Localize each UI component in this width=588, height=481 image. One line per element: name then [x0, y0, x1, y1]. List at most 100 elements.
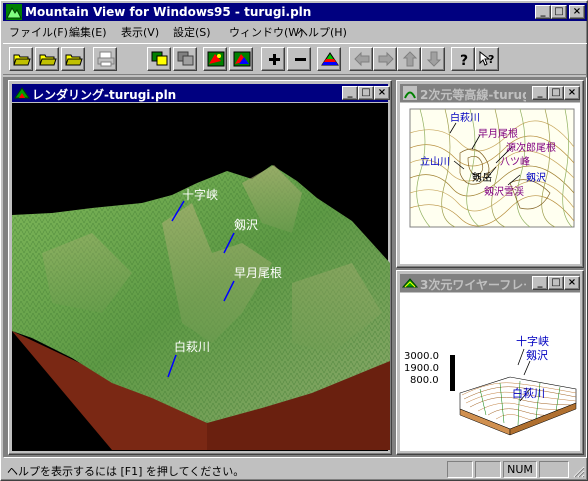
mountain-app-icon[interactable]	[6, 4, 22, 20]
contour-view[interactable]: 白萩川 早月尾根 源次郎尾根 八ツ峰 立山川 剱岳 剱沢 剱沢雪渓	[400, 103, 580, 264]
arrow-left-button[interactable]	[349, 47, 373, 71]
open-folder-icon	[13, 54, 31, 66]
maximize-icon: □	[551, 277, 561, 288]
copy-layers-button-1[interactable]	[147, 47, 171, 71]
close-icon: ×	[572, 6, 582, 17]
copy-layers-icon	[177, 51, 194, 66]
minimize-icon: _	[347, 87, 353, 98]
contour-map[interactable]: 白萩川 早月尾根 源次郎尾根 八ツ峰 立山川 剱岳 剱沢 剱沢雪渓	[400, 103, 582, 266]
render-terrain-button-1[interactable]	[203, 47, 227, 71]
rendering-view[interactable]: 十字峡 剱沢 早月尾根 白萩川	[12, 103, 390, 453]
minimize-icon: _	[540, 6, 546, 17]
contour-label-5: 立山川	[420, 155, 450, 168]
toolbar: ? ?	[3, 43, 587, 75]
contour-label-8: 剱沢雪渓	[484, 185, 524, 198]
wireframe-minimize-button[interactable]: _	[532, 276, 548, 290]
arrow-left-icon	[354, 51, 370, 67]
print-icon	[97, 51, 115, 67]
menu-settings[interactable]: 設定(S)	[173, 24, 211, 40]
wireframe-label-1: 十字峡	[516, 334, 549, 348]
wireframe-window[interactable]: 3次元ワイヤーフレーム-turugi.pln _ □ × 3000.0 1900…	[396, 270, 584, 455]
zoom-in-button[interactable]	[261, 47, 285, 71]
status-panel-2	[475, 461, 501, 478]
resize-grip-icon[interactable]	[571, 464, 585, 478]
help-button[interactable]: ?	[451, 47, 475, 71]
app-window: Mountain View for Windows95 - turugi.pln…	[0, 0, 588, 481]
mdi-client-area: レンダリング-turugi.pln _ □ × 十字峡 剱沢 早月尾根 白萩川 …	[3, 77, 587, 458]
render-close-button[interactable]: ×	[374, 86, 390, 100]
contour-close-button[interactable]: ×	[564, 86, 580, 100]
maximize-button[interactable]: □	[551, 5, 567, 19]
menu-help[interactable]: ヘルプ(H)	[297, 24, 347, 40]
render-maximize-button[interactable]: □	[358, 86, 374, 100]
close-icon: ×	[567, 277, 577, 288]
contour-label-3: 源次郎尾根	[506, 141, 556, 154]
menu-window[interactable]: ウィンドウ(W)	[229, 24, 303, 40]
context-help-button[interactable]: ?	[475, 47, 499, 71]
menu-file[interactable]: ファイル(F)	[9, 24, 68, 40]
contour-minimize-button[interactable]: _	[532, 86, 548, 100]
maximize-icon: □	[551, 87, 561, 98]
open-folder-button-3[interactable]	[61, 47, 85, 71]
scale-label-3: 800.0	[410, 375, 439, 386]
minimize-icon: _	[537, 277, 543, 288]
render-label-3: 早月尾根	[234, 266, 282, 280]
print-button[interactable]	[93, 47, 117, 71]
wireframe-window-icon	[401, 275, 419, 291]
rendering-window[interactable]: レンダリング-turugi.pln _ □ × 十字峡 剱沢 早月尾根 白萩川	[8, 80, 392, 455]
status-bar: ヘルプを表示するには [F1] を押してください。 NUM	[3, 460, 587, 480]
wireframe-window-titlebar[interactable]: 3次元ワイヤーフレーム-turugi.pln _ □ ×	[400, 274, 580, 292]
rendering-window-title: レンダリング-turugi.pln	[32, 88, 177, 102]
render-terrain-button-2[interactable]	[229, 47, 253, 71]
arrow-up-icon	[402, 51, 418, 67]
context-help-icon: ?	[479, 51, 494, 66]
wireframe-label-2: 剱沢	[526, 348, 548, 362]
contour-window[interactable]: 2次元等高線-turugi.pln _ □ ×	[396, 80, 584, 268]
zoom-out-button[interactable]	[287, 47, 311, 71]
render-terrain-icon	[207, 51, 225, 67]
open-folder-button-1[interactable]	[9, 47, 33, 71]
open-folder-icon	[65, 54, 83, 66]
copy-layers-button-2[interactable]	[173, 47, 197, 71]
render-label-1: 十字峡	[182, 187, 218, 202]
maximize-icon: □	[361, 87, 371, 98]
menu-edit[interactable]: 編集(E)	[69, 24, 107, 40]
contour-label-7: 剱沢	[526, 171, 546, 184]
status-panel-4	[539, 461, 569, 478]
contour-label-4: 八ツ峰	[500, 156, 530, 168]
color-palette-icon	[321, 52, 339, 66]
arrow-up-button[interactable]	[397, 47, 421, 71]
wireframe-label-3: 白萩川	[512, 386, 545, 400]
contour-maximize-button[interactable]: □	[548, 86, 564, 100]
wireframe-maximize-button[interactable]: □	[548, 276, 564, 290]
minus-icon	[295, 58, 306, 61]
arrow-right-button[interactable]	[373, 47, 397, 71]
terrain-3d-render[interactable]: 十字峡 剱沢 早月尾根 白萩川	[12, 103, 390, 453]
rendering-window-titlebar[interactable]: レンダリング-turugi.pln _ □ ×	[12, 84, 390, 102]
contour-label-1: 白萩川	[450, 111, 480, 124]
svg-text:?: ?	[488, 53, 494, 66]
minimize-button[interactable]: _	[535, 5, 551, 19]
contour-label-2: 早月尾根	[478, 127, 518, 140]
scale-label-2: 1900.0	[404, 363, 439, 374]
arrow-down-button[interactable]	[421, 47, 445, 71]
close-button[interactable]: ×	[569, 5, 585, 19]
render-minimize-button[interactable]: _	[342, 86, 358, 100]
menu-view[interactable]: 表示(V)	[121, 24, 159, 40]
help-question-icon: ?	[460, 53, 468, 67]
open-folder-icon	[39, 54, 57, 66]
status-text: ヘルプを表示するには [F1] を押してください。	[7, 465, 245, 478]
contour-window-icon	[402, 85, 418, 101]
contour-window-titlebar[interactable]: 2次元等高線-turugi.pln _ □ ×	[400, 84, 580, 102]
window-title: Mountain View for Windows95 - turugi.pln	[25, 5, 312, 19]
title-bar[interactable]: Mountain View for Windows95 - turugi.pln…	[3, 3, 587, 21]
render-label-2: 剱沢	[234, 218, 258, 232]
open-folder-button-2[interactable]	[35, 47, 59, 71]
terrain-wireframe[interactable]: 3000.0 1900.0 800.0 十字峡 剱沢 白萩川	[400, 293, 582, 453]
plus-icon	[269, 54, 280, 65]
svg-text:?: ?	[460, 53, 468, 67]
color-palette-button[interactable]	[317, 47, 341, 71]
wireframe-close-button[interactable]: ×	[564, 276, 580, 290]
render-label-4: 白萩川	[174, 339, 210, 354]
wireframe-view[interactable]: 3000.0 1900.0 800.0 十字峡 剱沢 白萩川	[400, 293, 580, 451]
